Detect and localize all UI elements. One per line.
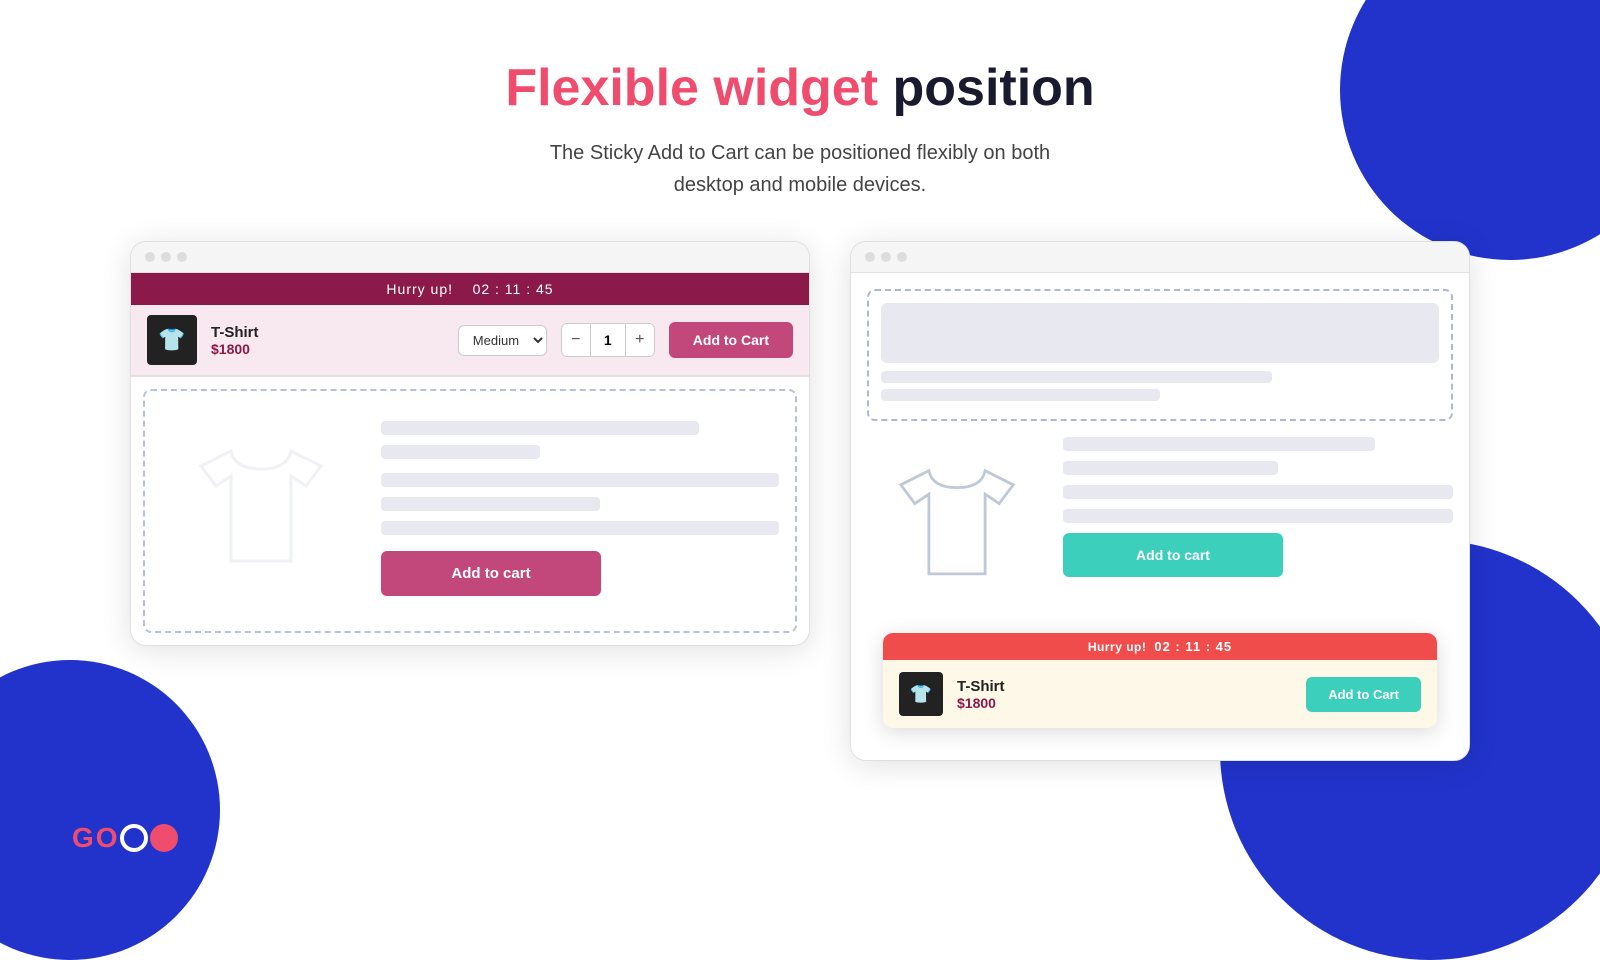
right-text-ph-3	[1063, 485, 1453, 499]
right-sticky-bar-bottom: Hurry up! 02 : 11 : 45 👕 T-Shirt $1800 A…	[883, 633, 1437, 728]
page-heading: Flexible widget position	[505, 60, 1094, 117]
right-text-ph-2	[1063, 461, 1278, 475]
right-product-image	[867, 437, 1047, 617]
right-browser-dot-2	[881, 252, 891, 262]
left-product-thumb: 👕	[147, 315, 197, 365]
right-top-dashed-outline	[867, 289, 1453, 421]
right-product-details: Add to cart	[1063, 437, 1453, 577]
browser-dot-2	[161, 252, 171, 262]
right-sticky-add-to-cart-button[interactable]: Add to Cart	[1306, 677, 1421, 712]
left-sticky-timer-bar: Hurry up! 02 : 11 : 45	[131, 273, 809, 305]
right-browser-dot-1	[865, 252, 875, 262]
left-product-price: $1800	[211, 341, 259, 357]
left-sticky-product-row: 👕 T-Shirt $1800 Medium Small Large − +	[131, 305, 809, 377]
logo-letter-o1: O	[96, 822, 118, 854]
right-sticky-product-info: T-Shirt $1800	[957, 678, 1005, 711]
right-hurry-label: Hurry up!	[1088, 640, 1147, 654]
logo-container: G O	[60, 816, 190, 860]
left-product-details-area: Add to cart	[381, 411, 779, 596]
right-browser-toolbar	[851, 242, 1469, 273]
right-browser-demo: Add to cart Hurry up! 02 : 11 : 45 👕 T-S	[850, 241, 1470, 761]
browser-dot-1	[145, 252, 155, 262]
right-hurry-timer-row: Hurry up! 02 : 11 : 45	[883, 633, 1437, 660]
right-text-ph-4	[1063, 509, 1453, 523]
main-content: Flexible widget position The Sticky Add …	[0, 0, 1600, 761]
left-qty-input[interactable]	[590, 324, 626, 356]
page-subtitle: The Sticky Add to Cart can be positioned…	[550, 137, 1050, 201]
left-page-content: Add to cart	[145, 391, 795, 631]
left-browser-body: Hurry up! 02 : 11 : 45 👕 T-Shirt $1800 M…	[131, 273, 809, 633]
left-qty-minus[interactable]: −	[562, 324, 590, 356]
right-mid-ph-2	[881, 389, 1160, 401]
right-sticky-product-name: T-Shirt	[957, 678, 1005, 695]
heading-highlight: Flexible widget	[505, 59, 878, 117]
left-product-image	[161, 411, 361, 611]
heading-normal: position	[893, 59, 1095, 117]
left-text-ph-1	[381, 421, 699, 435]
right-shirt-icon	[882, 452, 1032, 602]
left-page-add-to-cart-button[interactable]: Add to cart	[381, 551, 601, 596]
left-hurry-label: Hurry up!	[386, 281, 453, 297]
right-browser-dot-3	[897, 252, 907, 262]
browser-dot-3	[177, 252, 187, 262]
right-top-ph	[881, 303, 1439, 363]
logo-letter-o2	[120, 824, 148, 852]
left-text-ph-5	[381, 521, 779, 535]
left-shirt-icon	[181, 431, 341, 591]
right-sticky-product-thumb: 👕	[899, 672, 943, 716]
right-mid-ph-1	[881, 371, 1272, 383]
right-text-ph-1	[1063, 437, 1375, 451]
right-page-add-to-cart-button[interactable]: Add to cart	[1063, 533, 1283, 577]
right-page-content: Add to cart Hurry up! 02 : 11 : 45 👕 T-S	[851, 273, 1469, 760]
left-qty-control: − +	[561, 323, 655, 357]
left-sticky-add-to-cart-button[interactable]: Add to Cart	[669, 322, 793, 358]
left-variant-select[interactable]: Medium Small Large	[458, 325, 547, 356]
logo-letter-g: G	[72, 822, 94, 854]
right-timer-value: 02 : 11 : 45	[1154, 639, 1232, 654]
right-sticky-product-price: $1800	[957, 695, 1005, 711]
logo-letter-o3	[150, 824, 178, 852]
left-text-ph-3	[381, 473, 779, 487]
left-text-ph-4	[381, 497, 600, 511]
left-browser-toolbar	[131, 242, 809, 273]
right-browser-body: Add to cart Hurry up! 02 : 11 : 45 👕 T-S	[851, 273, 1469, 760]
left-browser-demo: Hurry up! 02 : 11 : 45 👕 T-Shirt $1800 M…	[130, 241, 810, 646]
left-product-info: T-Shirt $1800	[211, 324, 259, 357]
left-qty-plus[interactable]: +	[626, 324, 654, 356]
right-sticky-product-row: 👕 T-Shirt $1800 Add to Cart	[883, 660, 1437, 728]
right-main-area: Add to cart	[867, 437, 1453, 617]
left-product-name: T-Shirt	[211, 324, 259, 341]
left-timer-value: 02 : 11 : 45	[473, 281, 554, 297]
left-text-ph-2	[381, 445, 540, 459]
demos-container: Hurry up! 02 : 11 : 45 👕 T-Shirt $1800 M…	[0, 241, 1600, 761]
gooo-logo: G O	[60, 816, 190, 860]
left-page-dashed-outline: Add to cart	[143, 389, 797, 633]
